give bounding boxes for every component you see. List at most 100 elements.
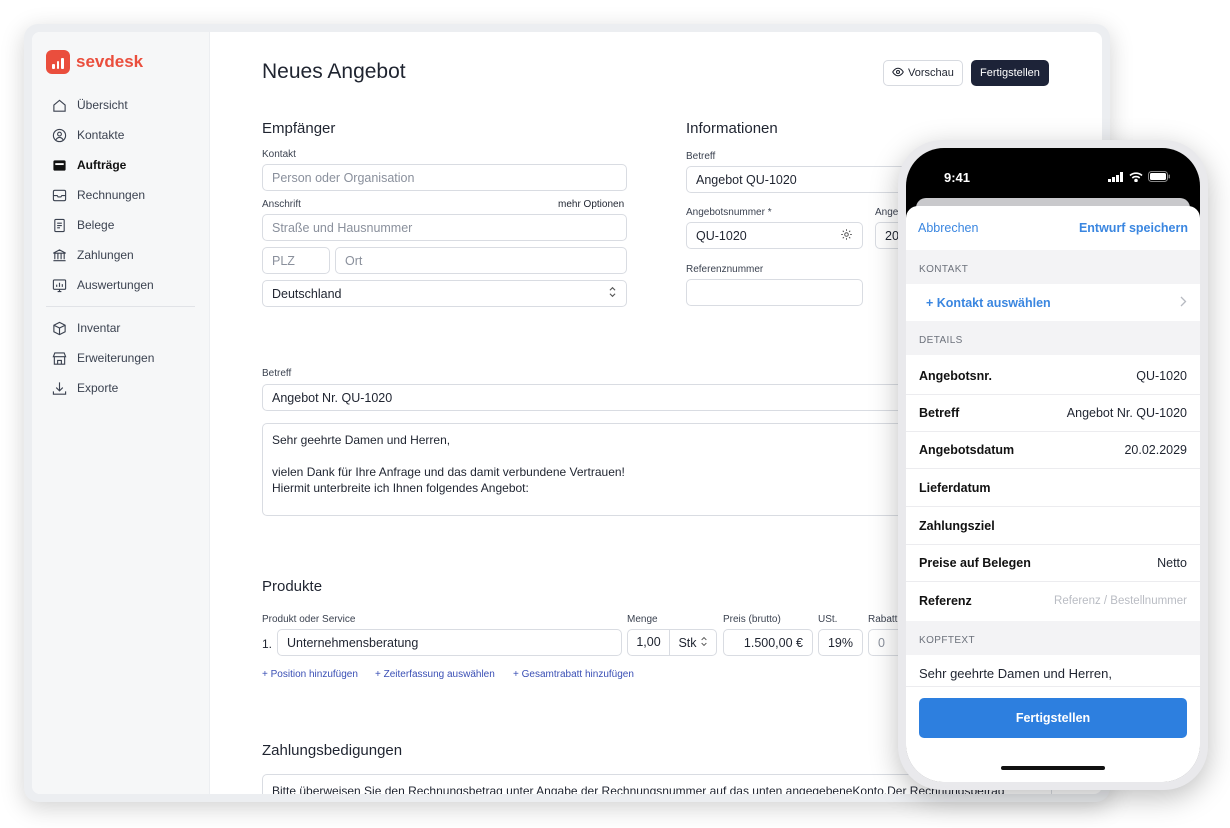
info-subject-label: Betreff: [686, 151, 716, 162]
detail-value: Netto: [1157, 556, 1187, 570]
sidebar-item-label: Belege: [77, 218, 115, 232]
sidebar-item-belege[interactable]: Belege: [46, 210, 195, 240]
sidebar: sevdesk Übersicht Kontakte Aufträge Rech…: [32, 32, 210, 794]
city-input[interactable]: Ort: [335, 247, 627, 274]
contact-label: Kontakt: [262, 149, 296, 160]
detail-value: Angebot Nr. QU-1020: [1066, 406, 1187, 420]
sheet-header: Abbrechen Entwurf speichern: [906, 206, 1200, 250]
info-subject-input[interactable]: Angebot QU-1020: [686, 166, 926, 193]
receipt-icon: [52, 218, 67, 233]
wifi-icon: [1129, 170, 1143, 185]
detail-row-angebotsnr[interactable]: Angebotsnr. QU-1020: [906, 358, 1200, 395]
unit-select[interactable]: Stk: [670, 636, 716, 650]
sidebar-item-rechnungen[interactable]: Rechnungen: [46, 180, 195, 210]
brand-name: sevdesk: [76, 52, 144, 71]
sidebar-divider: [46, 306, 195, 307]
save-draft-button[interactable]: Entwurf speichern: [1079, 221, 1188, 235]
header-text-line: Sehr geehrte Damen und Herren,: [272, 433, 451, 447]
qty-value: 1,00: [628, 630, 670, 655]
section-header-contact: KONTAKT: [906, 250, 1200, 284]
reference-label: Referenznummer: [686, 264, 764, 275]
sidebar-item-uebersicht[interactable]: Übersicht: [46, 90, 195, 120]
status-time: 9:41: [944, 170, 971, 185]
detail-row-betreff[interactable]: Betreff Angebot Nr. QU-1020: [906, 395, 1200, 432]
street-input[interactable]: Straße und Hausnummer: [262, 214, 627, 241]
mobile-finish-button[interactable]: Fertigstellen: [919, 698, 1187, 738]
country-value: Deutschland: [272, 286, 342, 301]
detail-row-zahlungsziel[interactable]: Zahlungsziel: [906, 508, 1200, 545]
sidebar-item-exporte[interactable]: Exporte: [46, 373, 195, 403]
download-icon: [52, 381, 67, 396]
sidebar-item-erweiterungen[interactable]: Erweiterungen: [46, 343, 195, 373]
price-input[interactable]: 1.500,00 €: [723, 629, 813, 656]
col-product-label: Produkt oder Service: [262, 614, 356, 625]
detail-key: Lieferdatum: [919, 481, 991, 495]
add-position-link[interactable]: + Position hinzufügen: [262, 669, 358, 680]
sidebar-item-zahlungen[interactable]: Zahlungen: [46, 240, 195, 270]
vat-input[interactable]: 19%: [818, 629, 863, 656]
sidebar-item-auswertungen[interactable]: Auswertungen: [46, 270, 195, 300]
products-section-title: Produkte: [262, 578, 323, 595]
detail-row-referenz[interactable]: Referenz Referenz / Bestellnummer: [906, 582, 1200, 619]
add-time-tracking-link[interactable]: + Zeiterfassung auswählen: [375, 669, 495, 680]
kopftext-row[interactable]: Sehr geehrte Damen und Herren,: [906, 658, 1200, 688]
row-index: 1.: [262, 637, 273, 651]
page-title: Neues Angebot: [262, 60, 406, 83]
offer-date-label: Ange: [875, 207, 899, 218]
payment-section-title: Zahlungsbedigungen: [262, 742, 403, 759]
home-icon: [52, 98, 67, 113]
sidebar-item-label: Exporte: [77, 381, 119, 395]
recipient-section-title: Empfänger: [262, 120, 336, 137]
battery-icon: [1148, 170, 1170, 185]
brand-logo[interactable]: sevdesk: [46, 50, 195, 74]
subject-input[interactable]: Angebot Nr. QU-1020: [262, 384, 942, 411]
detail-row-angebotsdatum[interactable]: Angebotsdatum 20.02.2029: [906, 432, 1200, 469]
sidebar-item-label: Zahlungen: [77, 248, 134, 262]
more-options-link[interactable]: mehr Optionen: [558, 199, 624, 210]
sidebar-item-kontakte[interactable]: Kontakte: [46, 120, 195, 150]
product-name-input[interactable]: Unternehmensberatung: [277, 629, 622, 656]
zip-input[interactable]: PLZ: [262, 247, 330, 274]
chevron-right-icon: [1180, 296, 1187, 310]
header-text-area[interactable]: Sehr geehrte Damen und Herren, vielen Da…: [262, 423, 942, 516]
sidebar-item-label: Inventar: [77, 321, 121, 335]
status-icons: [1108, 170, 1170, 185]
home-indicator: [1001, 766, 1105, 770]
kopftext-value: Sehr geehrte Damen und Herren,: [919, 665, 1112, 681]
reference-placeholder: Referenz / Bestellnummer: [1054, 594, 1187, 607]
offer-number-input[interactable]: QU-1020: [686, 222, 863, 249]
reference-input[interactable]: [686, 279, 863, 306]
qty-field[interactable]: 1,00 Stk: [627, 629, 717, 656]
select-arrows-icon: [700, 636, 708, 650]
country-select[interactable]: Deutschland: [262, 280, 627, 307]
sidebar-item-inventar[interactable]: Inventar: [46, 313, 195, 343]
preview-button[interactable]: Vorschau: [883, 60, 963, 86]
status-bar: 9:41: [906, 148, 1200, 204]
unit-value: Stk: [678, 635, 697, 650]
cancel-button[interactable]: Abbrechen: [918, 221, 978, 235]
eye-icon: [892, 66, 904, 81]
phone-frame: 9:41 Abbrechen Entwurf speichern KONTAKT…: [898, 140, 1208, 790]
header-text-line: Hiermit unterbreite ich Ihnen folgendes …: [272, 481, 529, 495]
select-contact-row[interactable]: + Kontakt auswählen: [906, 284, 1200, 321]
gear-icon[interactable]: [840, 228, 853, 244]
info-section-title: Informationen: [686, 120, 778, 137]
add-total-discount-link[interactable]: + Gesamtrabatt hinzufügen: [513, 669, 634, 680]
signal-icon: [1108, 170, 1124, 185]
mobile-offer-sheet: Abbrechen Entwurf speichern KONTAKT + Ko…: [906, 206, 1200, 782]
detail-row-lieferdatum[interactable]: Lieferdatum: [906, 470, 1200, 507]
sidebar-item-auftraege[interactable]: Aufträge: [46, 150, 195, 180]
detail-key: Preise auf Belegen: [919, 556, 1031, 570]
section-header-details: DETAILS: [906, 321, 1200, 355]
address-label: Anschrift: [262, 199, 301, 210]
detail-row-preise[interactable]: Preise auf Belegen Netto: [906, 545, 1200, 582]
finish-button[interactable]: Fertigstellen: [971, 60, 1049, 86]
box-icon: [52, 321, 67, 336]
header-text-line: [272, 448, 932, 464]
detail-key: Betreff: [919, 406, 960, 420]
detail-key: Zahlungsziel: [919, 519, 995, 533]
subject-label: Betreff: [262, 368, 292, 379]
contact-input[interactable]: Person oder Organisation: [262, 164, 627, 191]
select-arrows-icon: [608, 286, 617, 301]
sidebar-item-label: Kontakte: [77, 128, 125, 142]
